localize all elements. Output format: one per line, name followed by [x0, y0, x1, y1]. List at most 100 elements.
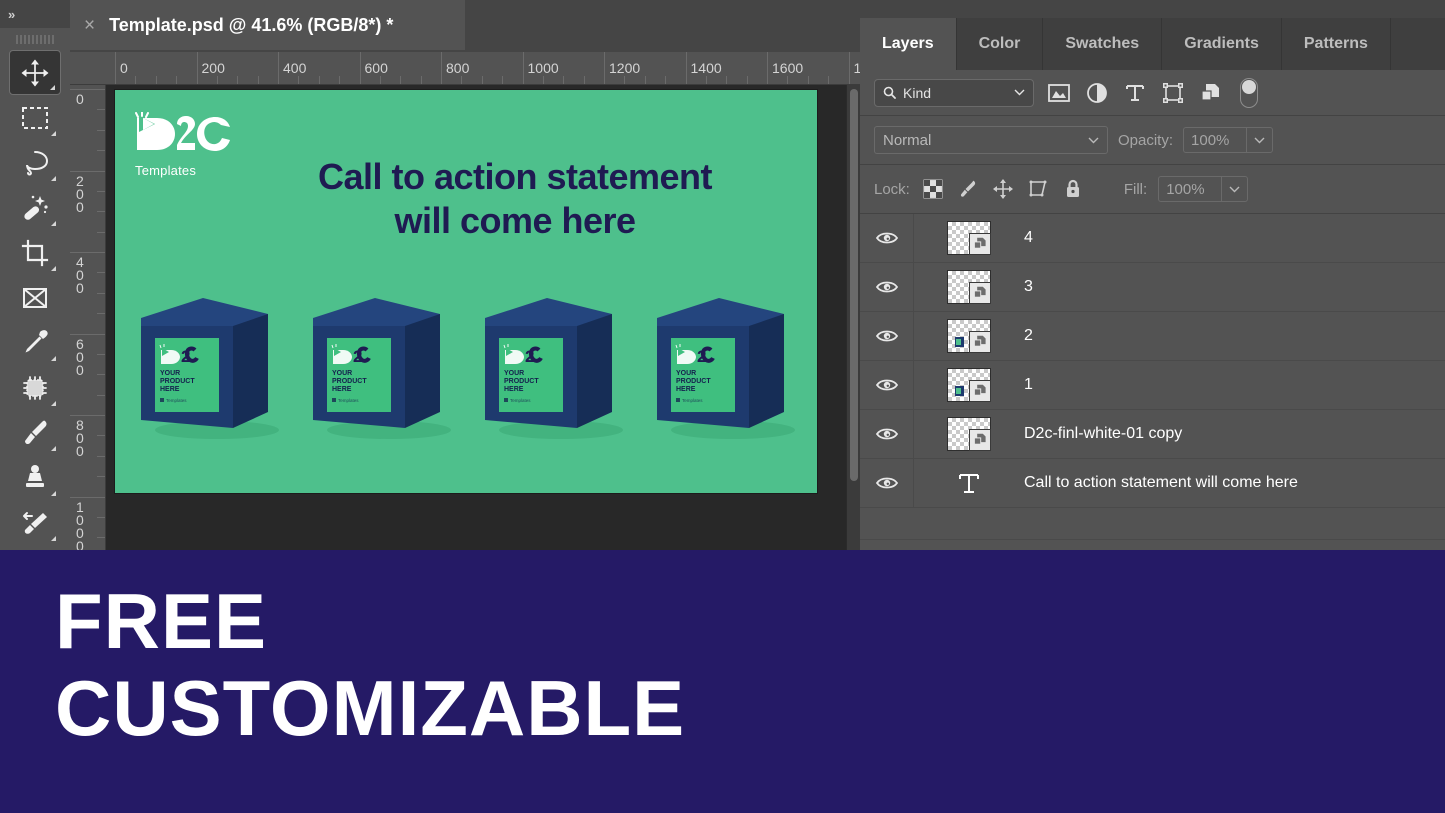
layer-thumbnail[interactable] — [947, 319, 991, 353]
tool-flyout-indicator[interactable] — [51, 491, 56, 496]
layer-thumbnail-cell[interactable] — [914, 417, 1024, 451]
spot-healing-tool[interactable] — [9, 365, 61, 410]
tool-flyout-indicator[interactable] — [51, 446, 56, 451]
layer-type-thumbnail[interactable] — [914, 470, 1024, 496]
layer-list-empty-area[interactable] — [860, 508, 1445, 540]
lasso-tool[interactable] — [9, 140, 61, 185]
frame-tool[interactable] — [9, 275, 61, 320]
pixel-layer-filter-icon[interactable] — [1046, 80, 1072, 106]
tool-flyout-indicator[interactable] — [51, 131, 56, 136]
eye-visibility-icon — [876, 475, 898, 491]
product-box-icon: 2YOURPRODUCTHERETemplates — [305, 280, 455, 450]
lock-all-icon[interactable] — [1061, 177, 1085, 201]
opacity-value[interactable]: 100% — [1184, 128, 1246, 152]
ruler-minor-tick — [176, 76, 177, 85]
layer-name[interactable]: 4 — [1024, 229, 1033, 247]
lock-position-icon[interactable] — [991, 177, 1015, 201]
marquee-tool[interactable] — [9, 95, 61, 140]
fill-field[interactable]: 100% — [1158, 176, 1248, 202]
ruler-minor-tick — [787, 76, 788, 85]
layer-thumbnail[interactable] — [947, 221, 991, 255]
layer-row[interactable]: 1 — [860, 361, 1445, 410]
tab-patterns[interactable]: Patterns — [1282, 18, 1391, 70]
tool-flyout-indicator[interactable] — [51, 356, 56, 361]
layer-thumbnail-cell[interactable] — [914, 319, 1024, 353]
layer-thumbnail-cell[interactable] — [914, 221, 1024, 255]
layer-visibility-toggle[interactable] — [860, 263, 914, 312]
ruler-minor-tick — [97, 537, 105, 538]
layer-thumbnail-cell[interactable] — [914, 368, 1024, 402]
tool-flyout-indicator[interactable] — [51, 266, 56, 271]
scrollbar-thumb[interactable] — [850, 89, 858, 481]
horizontal-ruler[interactable]: 020040060080010001200140016001800 — [70, 52, 860, 85]
smart-object-filter-icon[interactable] — [1198, 80, 1224, 106]
tab-layers[interactable]: Layers — [860, 18, 957, 70]
canvas-workspace[interactable]: Templates Call to action statement will … — [106, 85, 860, 550]
eyedropper-tool[interactable] — [9, 320, 61, 365]
layer-thumbnail-cell[interactable] — [914, 270, 1024, 304]
layer-thumbnail[interactable] — [947, 368, 991, 402]
layer-visibility-toggle[interactable] — [860, 312, 914, 361]
lock-artboard-nesting-icon[interactable] — [1026, 177, 1050, 201]
headline-line-1: Call to action statement — [235, 155, 795, 199]
tool-flyout-indicator[interactable] — [51, 221, 56, 226]
layer-row[interactable]: 4 — [860, 214, 1445, 263]
layer-visibility-toggle[interactable] — [860, 214, 914, 263]
adjustment-layer-filter-icon[interactable] — [1084, 80, 1110, 106]
ruler-tick — [197, 52, 198, 85]
type-layer-filter-icon[interactable] — [1122, 80, 1148, 106]
tool-flyout-indicator[interactable] — [51, 401, 56, 406]
toolbar-collapse-button[interactable]: » — [0, 0, 70, 28]
layer-row[interactable]: D2c-finl-white-01 copy — [860, 410, 1445, 459]
layer-name[interactable]: Call to action statement will come here — [1024, 474, 1298, 492]
tool-flyout-indicator[interactable] — [50, 85, 55, 90]
filter-enable-toggle[interactable] — [1240, 78, 1258, 108]
document-tab[interactable]: × Template.psd @ 41.6% (RGB/8*) * — [70, 0, 465, 50]
layer-thumbnail[interactable] — [947, 270, 991, 304]
layer-visibility-toggle[interactable] — [860, 459, 914, 508]
move-tool[interactable] — [9, 50, 61, 95]
layer-row[interactable]: 3 — [860, 263, 1445, 312]
layer-name[interactable]: 1 — [1024, 376, 1033, 394]
tab-color[interactable]: Color — [957, 18, 1044, 70]
lock-row: Lock: — [860, 165, 1445, 214]
ruler-minor-tick — [97, 435, 105, 436]
layer-thumbnail[interactable] — [947, 417, 991, 451]
opacity-field[interactable]: 100% — [1183, 127, 1273, 153]
eye-visibility-icon — [876, 377, 898, 393]
layer-visibility-toggle[interactable] — [860, 410, 914, 459]
tool-flyout-indicator[interactable] — [51, 176, 56, 181]
brush-tool[interactable] — [9, 410, 61, 455]
close-icon[interactable]: × — [84, 16, 95, 35]
shape-layer-filter-icon[interactable] — [1160, 80, 1186, 106]
toolbar-drag-grip[interactable] — [0, 28, 70, 50]
vertical-ruler[interactable]: 02004006008001000 — [70, 85, 106, 550]
ruler-minor-tick — [380, 76, 381, 85]
tool-flyout-indicator[interactable] — [51, 536, 56, 541]
opacity-stepper[interactable] — [1246, 128, 1272, 152]
clone-stamp-tool[interactable] — [9, 455, 61, 500]
layer-visibility-toggle[interactable] — [860, 361, 914, 410]
product-box: 2YOURPRODUCTHERETemplates — [305, 280, 455, 450]
filter-kind-select[interactable]: Kind — [874, 79, 1034, 107]
layer-name[interactable]: D2c-finl-white-01 copy — [1024, 425, 1182, 443]
artboard[interactable]: Templates Call to action statement will … — [115, 90, 817, 493]
panel-top-strip — [860, 0, 1445, 18]
crop-icon — [21, 239, 49, 267]
tab-gradients[interactable]: Gradients — [1162, 18, 1282, 70]
svg-text:Templates: Templates — [338, 398, 359, 403]
fill-stepper[interactable] — [1221, 177, 1247, 201]
layer-name[interactable]: 3 — [1024, 278, 1033, 296]
history-brush-tool[interactable] — [9, 500, 61, 545]
lock-transparent-pixels-icon[interactable] — [921, 177, 945, 201]
magic-wand-tool[interactable] — [9, 185, 61, 230]
crop-tool[interactable] — [9, 230, 61, 275]
layer-name[interactable]: 2 — [1024, 327, 1033, 345]
blend-mode-select[interactable]: Normal — [874, 126, 1108, 154]
layer-row[interactable]: 2 — [860, 312, 1445, 361]
lock-image-pixels-icon[interactable] — [956, 177, 980, 201]
tab-swatches[interactable]: Swatches — [1043, 18, 1162, 70]
layer-row[interactable]: Call to action statement will come here — [860, 459, 1445, 508]
fill-value[interactable]: 100% — [1159, 177, 1221, 201]
canvas-vertical-scrollbar[interactable] — [846, 85, 860, 550]
